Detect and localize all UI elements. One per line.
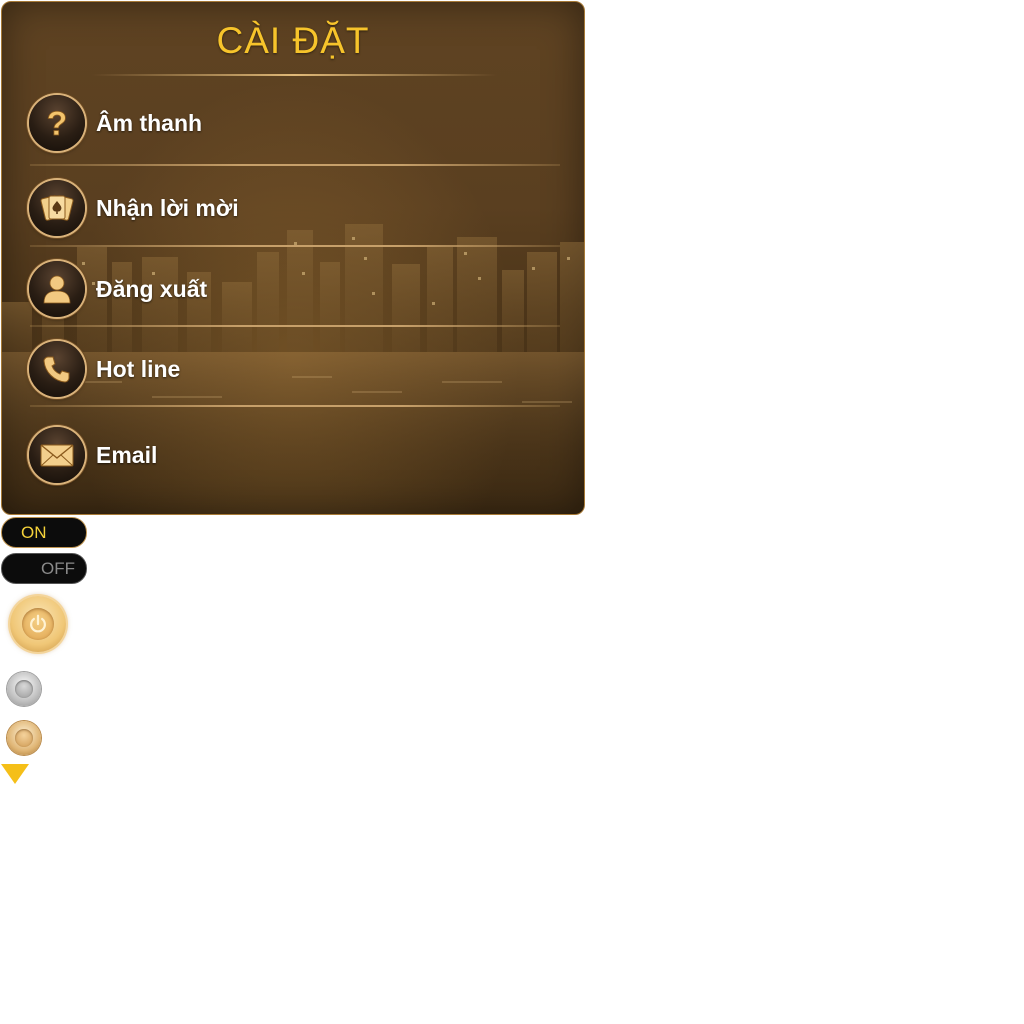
settings-dialog: CÀI ĐẶT ? Âm thanh Nhận lời mời Đăng xuấ… <box>1 1 585 515</box>
title-divider <box>92 74 497 76</box>
user-icon <box>29 261 85 317</box>
settings-item-label: Nhận lời mời <box>96 194 239 221</box>
settings-item-email[interactable]: Email <box>29 425 157 485</box>
settings-item-hotline[interactable]: Hot line <box>29 339 180 399</box>
row-divider <box>30 325 560 327</box>
svg-text:?: ? <box>47 105 68 143</box>
power-icon <box>22 608 54 640</box>
toggle-off-label: OFF <box>41 558 75 578</box>
power-button[interactable] <box>10 596 66 652</box>
settings-item-logout[interactable]: Đăng xuất <box>29 259 207 319</box>
question-icon: ? <box>29 95 85 151</box>
settings-item-label: Email <box>96 441 158 468</box>
settings-item-invites[interactable]: Nhận lời mời <box>29 178 239 238</box>
settings-item-label: Hot line <box>96 355 181 382</box>
settings-item-sound[interactable]: ? Âm thanh <box>29 93 202 153</box>
toggle-on[interactable]: ON <box>1 517 87 548</box>
row-divider <box>30 164 560 166</box>
radio-unselected[interactable] <box>7 672 41 706</box>
phone-icon <box>29 341 85 397</box>
radio-dot <box>15 729 33 747</box>
settings-item-label: Đăng xuất <box>96 275 208 302</box>
radio-dot <box>15 680 33 698</box>
toggle-on-label: ON <box>21 522 47 542</box>
row-divider <box>30 245 560 247</box>
dropdown-arrow-icon[interactable] <box>1 764 29 784</box>
row-divider <box>30 405 560 407</box>
settings-item-label: Âm thanh <box>96 109 203 136</box>
envelope-icon <box>29 427 85 483</box>
dialog-title: CÀI ĐẶT <box>216 20 370 61</box>
cards-icon <box>29 180 85 236</box>
toggle-off[interactable]: OFF <box>1 553 87 584</box>
radio-selected[interactable] <box>7 721 41 755</box>
